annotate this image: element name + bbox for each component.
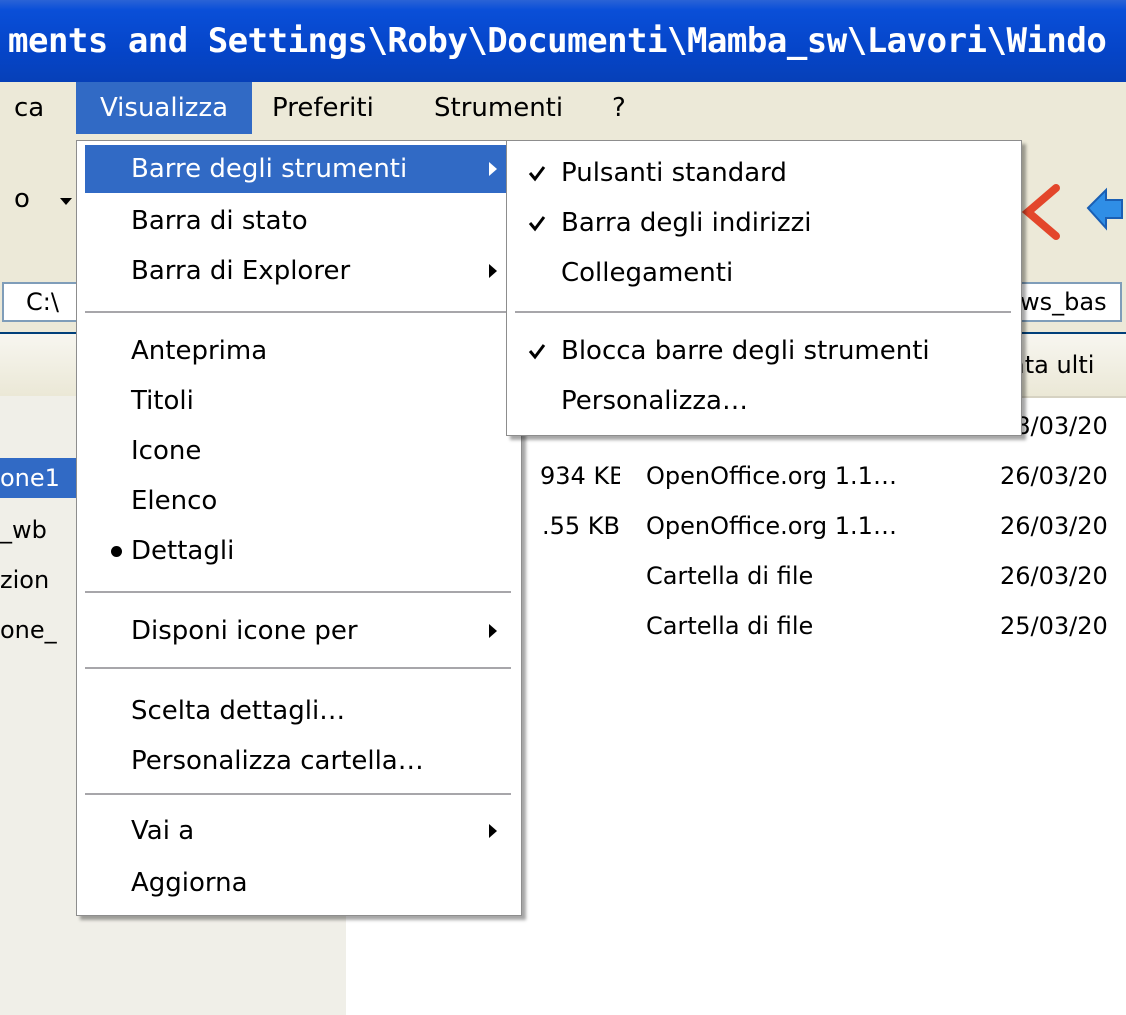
list-item[interactable]: _wb [0, 510, 47, 550]
checkmark-icon [528, 166, 546, 182]
submenu-arrow-icon [489, 264, 497, 278]
submenu-item-blocca-barre[interactable]: Blocca barre degli strumenti [507, 327, 1021, 375]
list-item[interactable]: zion [0, 560, 49, 600]
menu-item-aggiorna[interactable]: Aggiorna [77, 859, 521, 907]
menu-file-fragment[interactable]: ca [14, 82, 44, 134]
menu-separator [515, 311, 1011, 313]
file-size: 934 KB [540, 462, 620, 490]
menu-item-label: Collegamenti [561, 258, 734, 288]
menu-item-label: Dettagli [131, 536, 235, 566]
menu-item-label: Scelta dettagli… [131, 696, 346, 726]
menu-item-label: Elenco [131, 486, 218, 516]
file-type: Cartella di file [646, 562, 814, 590]
back-dropdown-icon[interactable] [60, 198, 72, 205]
list-item[interactable]: one1 [0, 458, 78, 498]
submenu-item-barra-indirizzi[interactable]: Barra degli indirizzi [507, 199, 1021, 247]
toolbars-submenu: Pulsanti standard Barra degli indirizzi … [506, 140, 1022, 436]
menu-item-label: Blocca barre degli strumenti [561, 336, 930, 366]
menu-item-titoli[interactable]: Titoli [77, 377, 521, 425]
column-date-modified[interactable]: ata ulti [1010, 334, 1094, 396]
menu-separator [85, 311, 511, 313]
menu-item-label: Icone [131, 436, 202, 466]
window-title-bar[interactable]: ments and Settings\Roby\Documenti\Mamba_… [0, 0, 1126, 82]
menu-separator [85, 667, 511, 669]
menu-item-personalizza-cartella[interactable]: Personalizza cartella… [77, 737, 521, 785]
menu-separator [85, 591, 511, 593]
menu-item-elenco[interactable]: Elenco [77, 477, 521, 525]
menu-item-anteprima[interactable]: Anteprima [77, 327, 521, 375]
file-size: .55 KB [542, 512, 620, 540]
submenu-item-personalizza[interactable]: Personalizza… [507, 377, 1021, 425]
menu-item-icone[interactable]: Icone [77, 427, 521, 475]
menu-item-label: Barre degli strumenti [131, 154, 408, 184]
submenu-item-pulsanti-standard[interactable]: Pulsanti standard [507, 149, 1021, 197]
file-date: 26/03/20 [1000, 562, 1108, 590]
menu-item-label: Barra degli indirizzi [561, 208, 812, 238]
menu-item-label: Pulsanti standard [561, 158, 787, 188]
menu-bar: ca Visualizza Preferiti Strumenti ? [0, 82, 1126, 134]
window-title: ments and Settings\Roby\Documenti\Mamba_… [8, 21, 1107, 61]
back-button-label[interactable]: o [14, 184, 30, 214]
menu-item-label: Barra di stato [131, 206, 308, 236]
checkmark-icon [528, 344, 546, 360]
menu-item-vai-a[interactable]: Vai a [77, 807, 521, 855]
file-date: 25/03/20 [1000, 612, 1108, 640]
menu-item-label: Vai a [131, 816, 195, 846]
menu-item-barra-explorer[interactable]: Barra di Explorer [77, 247, 521, 295]
file-date: 26/03/20 [1000, 512, 1108, 540]
submenu-arrow-icon [489, 824, 497, 838]
menu-item-dettagli[interactable]: Dettagli [77, 527, 521, 575]
file-type: Cartella di file [646, 612, 814, 640]
list-item[interactable]: one_ [0, 610, 57, 650]
menu-preferiti[interactable]: Preferiti [272, 82, 374, 134]
radio-bullet-icon [111, 546, 122, 557]
file-type: OpenOffice.org 1.1… [646, 462, 897, 490]
submenu-arrow-icon [489, 162, 497, 176]
menu-help[interactable]: ? [612, 82, 626, 134]
menu-item-label: Barra di Explorer [131, 256, 351, 286]
menu-item-label: Titoli [131, 386, 194, 416]
menu-item-barre-strumenti[interactable]: Barre degli strumenti [85, 145, 513, 193]
menu-item-label: Personalizza… [561, 386, 748, 416]
address-value: C:\ [26, 288, 59, 316]
address-value-end: ws_bas [1020, 288, 1107, 316]
file-date: 26/03/20 [1000, 462, 1108, 490]
menu-strumenti[interactable]: Strumenti [434, 82, 563, 134]
menu-item-scelta-dettagli[interactable]: Scelta dettagli… [77, 687, 521, 735]
file-type: OpenOffice.org 1.1… [646, 512, 897, 540]
menu-item-barra-stato[interactable]: Barra di stato [77, 197, 521, 245]
submenu-arrow-icon [489, 624, 497, 638]
menu-item-label: Anteprima [131, 336, 268, 366]
menu-item-label: Aggiorna [131, 868, 248, 898]
submenu-item-collegamenti[interactable]: Collegamenti [507, 249, 1021, 297]
menu-separator [85, 793, 511, 795]
menu-item-disponi-icone[interactable]: Disponi icone per [77, 607, 521, 655]
menu-item-label: Disponi icone per [131, 616, 358, 646]
checkmark-icon [528, 216, 546, 232]
menu-item-label: Personalizza cartella… [131, 746, 424, 776]
view-menu: Barre degli strumenti Barra di stato Bar… [76, 140, 522, 916]
up-folder-icon[interactable] [1082, 178, 1126, 242]
menu-visualizza[interactable]: Visualizza [76, 82, 252, 134]
